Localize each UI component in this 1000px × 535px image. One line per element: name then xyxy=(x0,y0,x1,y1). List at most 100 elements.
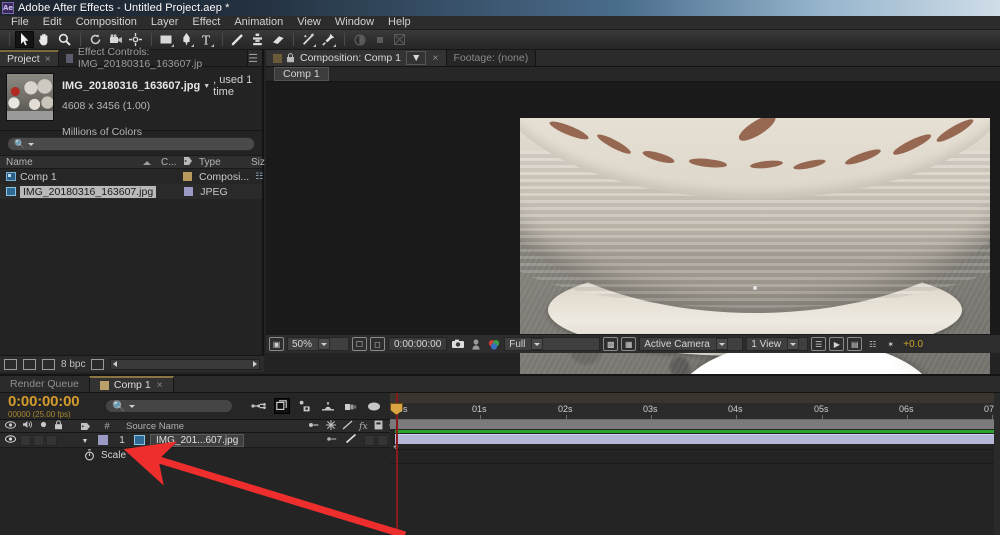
label-color-swatch[interactable] xyxy=(98,435,108,445)
chevron-down-icon[interactable]: ▼ xyxy=(82,438,89,445)
enable-frame-blending-icon[interactable] xyxy=(320,398,336,414)
menu-window[interactable]: Window xyxy=(328,16,381,29)
quality-icon[interactable] xyxy=(345,433,357,447)
tab-render-queue[interactable]: Render Queue xyxy=(0,376,89,392)
snapshot-camera-icon[interactable] xyxy=(450,337,465,351)
eraser-tool[interactable] xyxy=(268,31,287,48)
layer-expand-cell[interactable]: ▼ xyxy=(72,435,98,446)
hand-tool[interactable] xyxy=(35,31,54,48)
menu-animation[interactable]: Animation xyxy=(227,16,290,29)
menu-composition[interactable]: Composition xyxy=(69,16,144,29)
column-size[interactable]: Siz xyxy=(245,157,265,168)
horizontal-scrollbar[interactable] xyxy=(110,359,260,370)
timeline-switch-icon[interactable]: ▤ xyxy=(847,337,862,351)
toggle-transparency-grid-icon[interactable]: ▩ xyxy=(603,337,618,351)
project-search-input[interactable]: 🔍 xyxy=(7,137,255,151)
tab-composition-comp1[interactable]: Composition: Comp 1 ▼ × xyxy=(266,50,447,66)
menu-help[interactable]: Help xyxy=(381,16,418,29)
chevron-down-icon[interactable] xyxy=(787,338,799,350)
scroll-right-icon[interactable] xyxy=(253,361,257,367)
column-comment[interactable]: C... xyxy=(155,157,177,168)
clone-stamp-tool[interactable] xyxy=(248,31,267,48)
lock-icon[interactable] xyxy=(286,53,295,63)
puppet-pin-tool[interactable] xyxy=(319,31,338,48)
enable-motion-blur-icon[interactable] xyxy=(343,398,359,414)
new-composition-icon[interactable] xyxy=(42,359,55,370)
menu-file[interactable]: File xyxy=(4,16,36,29)
timeline-current-time[interactable]: 0:00:00:00 xyxy=(8,394,105,409)
mask-icon[interactable] xyxy=(390,31,409,48)
fast-previews-icon[interactable]: ▶ xyxy=(829,337,844,351)
menu-layer[interactable]: Layer xyxy=(144,16,186,29)
scroll-left-icon[interactable] xyxy=(113,361,117,367)
label-color-swatch[interactable] xyxy=(183,172,192,181)
graph-editor-icon[interactable] xyxy=(366,398,382,414)
panel-menu-icon[interactable]: ☰ xyxy=(248,52,258,65)
timeline-track-body[interactable] xyxy=(390,429,1000,535)
magnification-selector[interactable]: 50% xyxy=(287,337,349,351)
grid-icon[interactable] xyxy=(370,31,389,48)
timecode-block[interactable]: 0:00:00:00 00000 (25.00 fps) xyxy=(0,394,105,419)
timeline-ruler[interactable]: 0s 01s 02s 03s 04s 05s 06s 07s xyxy=(390,403,1000,420)
timeline-vertical-scrollbar[interactable] xyxy=(994,393,1000,535)
chevron-down-icon[interactable] xyxy=(318,338,330,350)
source-name-header[interactable]: Source Name xyxy=(116,421,308,432)
video-visibility-icon[interactable] xyxy=(5,435,16,446)
tab-project[interactable]: Project × xyxy=(0,50,59,66)
label-color-swatch[interactable] xyxy=(184,187,193,196)
roto-brush-tool[interactable] xyxy=(299,31,318,48)
column-type[interactable]: Type xyxy=(193,157,245,168)
pixel-aspect-icon[interactable]: ☰ xyxy=(811,337,826,351)
camera-view-selector[interactable]: Active Camera xyxy=(639,337,743,351)
delete-icon[interactable] xyxy=(91,359,104,370)
breadcrumb-comp1[interactable]: Comp 1 xyxy=(274,67,329,81)
exposure-reset-icon[interactable]: ✶ xyxy=(883,337,898,351)
close-icon[interactable]: × xyxy=(45,54,51,65)
menu-view[interactable]: View xyxy=(290,16,328,29)
current-time-display[interactable]: 0:00:00:00 xyxy=(388,337,447,351)
layer-switch-boxes[interactable] xyxy=(20,435,57,446)
chevron-down-icon[interactable] xyxy=(531,338,543,350)
layer-source-name-cell[interactable]: IMG_201...607.jpg xyxy=(130,434,322,447)
hide-shy-layers-icon[interactable] xyxy=(297,398,313,414)
crop-region-icon[interactable]: ◻ xyxy=(370,337,385,351)
project-row-footage[interactable]: IMG_20180316_163607.jpg JPEG xyxy=(0,184,262,199)
timeline-work-area-bar[interactable] xyxy=(390,393,1000,403)
chevron-down-icon[interactable]: ▼ xyxy=(406,51,426,65)
region-of-interest-icon[interactable]: ☐ xyxy=(352,337,367,351)
bit-depth-label[interactable]: 8 bpc xyxy=(61,359,85,370)
close-icon[interactable]: × xyxy=(157,379,163,391)
toggle-viewer-icon[interactable]: ▣ xyxy=(269,337,284,351)
layer-duration-bar[interactable] xyxy=(395,434,1000,444)
stopwatch-icon[interactable] xyxy=(84,450,95,461)
new-folder-icon[interactable] xyxy=(4,359,17,370)
menu-edit[interactable]: Edit xyxy=(36,16,69,29)
close-icon[interactable]: × xyxy=(432,52,438,64)
composition-viewer[interactable]: ▣ 50% ☐ ◻ 0:00:00:00 Full xyxy=(266,82,1000,353)
draft-3d-icon[interactable] xyxy=(274,398,290,414)
view-layout-selector[interactable]: 1 View xyxy=(746,337,808,351)
shy-icon[interactable] xyxy=(326,435,338,446)
zoom-tool[interactable] xyxy=(55,31,74,48)
timeline-track-area[interactable]: 0s 01s 02s 03s 04s 05s 06s 07s xyxy=(390,393,1000,535)
tab-effect-controls[interactable]: Effect Controls: IMG_20180316_163607.jp xyxy=(59,50,249,66)
layer-label-color-cell[interactable] xyxy=(98,435,114,445)
tab-timeline-comp1[interactable]: Comp 1 × xyxy=(89,376,174,392)
composition-mini-flowchart-icon[interactable] xyxy=(251,398,267,414)
column-name[interactable]: Name xyxy=(0,157,155,168)
toggle-mask-icon[interactable]: ▦ xyxy=(621,337,636,351)
resolution-selector[interactable]: Full xyxy=(504,337,600,351)
chevron-down-icon[interactable] xyxy=(716,338,728,350)
timeline-search-input[interactable]: 🔍 xyxy=(105,399,233,413)
column-label-color[interactable] xyxy=(177,156,193,169)
snapshot-icon[interactable] xyxy=(350,31,369,48)
tab-footage-none[interactable]: Footage: (none) xyxy=(447,50,537,66)
selection-tool[interactable] xyxy=(15,31,34,48)
channel-rgb-icon[interactable] xyxy=(486,337,501,351)
folder-icon[interactable] xyxy=(23,359,36,370)
show-snapshot-icon[interactable] xyxy=(468,337,483,351)
comp-flowchart-icon[interactable]: ☷ xyxy=(865,337,880,351)
menu-effect[interactable]: Effect xyxy=(185,16,227,29)
chevron-down-icon[interactable]: ▼ xyxy=(203,83,210,90)
project-row-comp1[interactable]: Comp 1 Composi... ☷ xyxy=(0,169,262,184)
